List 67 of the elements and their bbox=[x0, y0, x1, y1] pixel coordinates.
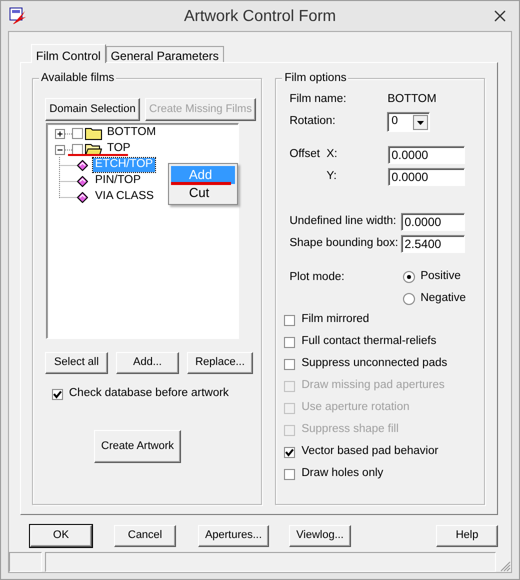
checkbox-label: Suppress shape fill bbox=[301, 423, 399, 437]
checkbox[interactable] bbox=[284, 446, 296, 458]
checkbox-label: Draw holes only bbox=[301, 467, 384, 481]
button[interactable]: Help bbox=[436, 525, 498, 547]
create-artwork-button[interactable]: Create Artwork bbox=[94, 430, 181, 463]
field-label: Offset bbox=[289, 148, 321, 162]
rotation-dropdown[interactable]: 0 bbox=[387, 112, 430, 132]
checkbox[interactable] bbox=[284, 358, 296, 370]
checkbox-label: Full contact thermal-reliefs bbox=[301, 335, 436, 349]
button[interactable]: Add... bbox=[116, 352, 179, 374]
radio-label: Positive bbox=[420, 270, 461, 284]
tree-item[interactable]: BOTTOM bbox=[105, 126, 158, 140]
button[interactable]: Select all bbox=[45, 352, 108, 374]
open-folder-icon bbox=[85, 142, 102, 156]
radio-button[interactable] bbox=[403, 293, 416, 305]
button[interactable]: Replace... bbox=[187, 352, 253, 374]
window-title: Artwork Control Form bbox=[184, 7, 336, 26]
annotation-line bbox=[171, 182, 231, 185]
input-field[interactable]: 0.0000 bbox=[388, 146, 466, 164]
checkbox[interactable] bbox=[72, 128, 83, 138]
checkbox-label: Check database before artwork bbox=[69, 387, 229, 401]
input-field[interactable]: 0.0000 bbox=[388, 168, 466, 186]
checkbox[interactable] bbox=[72, 144, 83, 154]
checkbox-label: Draw missing pad apertures bbox=[301, 379, 445, 393]
diamond-icon bbox=[77, 192, 88, 202]
folder-icon bbox=[85, 126, 102, 140]
checkbox[interactable] bbox=[284, 314, 296, 326]
field-label: Y: bbox=[326, 170, 338, 184]
checkbox[interactable] bbox=[284, 336, 296, 348]
collapse-icon[interactable] bbox=[55, 144, 72, 154]
field-label: Shape bounding box: bbox=[289, 237, 400, 251]
close-icon[interactable] bbox=[494, 10, 506, 22]
tree-item[interactable]: TOP bbox=[105, 142, 132, 156]
field-label: Undefined line width: bbox=[289, 215, 398, 229]
button[interactable]: Apertures... bbox=[198, 525, 269, 547]
checkbox[interactable] bbox=[52, 388, 63, 400]
tree-item[interactable]: VIA CLASS bbox=[93, 190, 156, 204]
radio-label: Negative bbox=[420, 292, 466, 306]
app-icon bbox=[9, 7, 27, 25]
checkbox[interactable] bbox=[284, 468, 296, 480]
annotation-line bbox=[68, 154, 128, 156]
film-name-value: BOTTOM bbox=[387, 93, 436, 107]
tab[interactable]: Film Control bbox=[31, 44, 106, 63]
field-label: X: bbox=[326, 148, 338, 162]
input-field[interactable]: 2.5400 bbox=[401, 235, 466, 253]
diamond-icon bbox=[77, 160, 88, 170]
checkbox-label: Vector based pad behavior bbox=[301, 445, 438, 459]
button[interactable]: Domain Selection bbox=[45, 98, 140, 121]
tab[interactable]: General Parameters bbox=[106, 46, 224, 62]
field-label: Plot mode: bbox=[289, 271, 346, 285]
button[interactable]: Cancel bbox=[114, 525, 176, 547]
tree-item[interactable]: PIN/TOP bbox=[93, 174, 143, 188]
button[interactable]: Viewlog... bbox=[289, 525, 351, 547]
checkbox-label: Film mirrored bbox=[301, 313, 370, 327]
radio-button[interactable] bbox=[403, 271, 416, 283]
field-label: Film name: bbox=[289, 93, 348, 107]
resize-grip-icon bbox=[499, 560, 511, 572]
group-title: Film options bbox=[282, 72, 348, 86]
expand-icon[interactable] bbox=[55, 128, 72, 138]
checkbox-label: Suppress unconnected pads bbox=[301, 357, 448, 371]
input-field[interactable]: 0.0000 bbox=[401, 213, 466, 231]
field-label: Rotation: bbox=[289, 115, 336, 129]
tree-connector bbox=[59, 157, 77, 173]
menu-item[interactable]: Cut bbox=[171, 184, 235, 202]
button[interactable]: OK bbox=[30, 525, 92, 547]
diamond-icon bbox=[77, 176, 88, 186]
checkbox-label: Use aperture rotation bbox=[301, 401, 410, 415]
